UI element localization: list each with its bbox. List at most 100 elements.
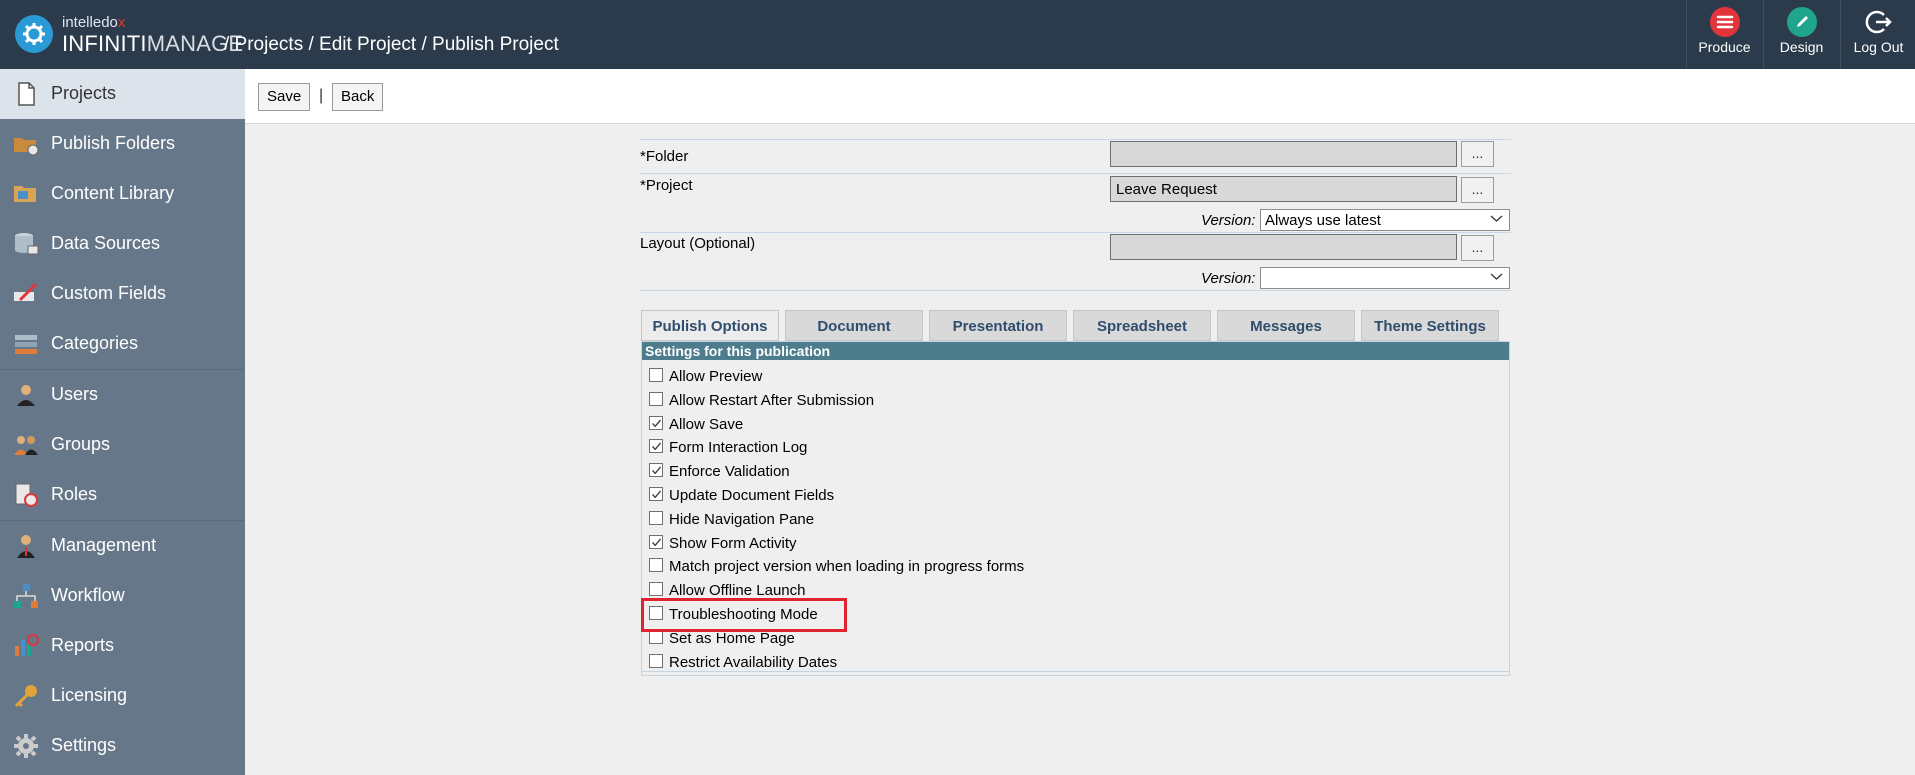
checkmark-icon	[651, 490, 662, 499]
option-label: Show Form Activity	[669, 534, 797, 552]
custom-fields-icon	[14, 282, 38, 302]
sidebar-item-users[interactable]: Users	[0, 370, 245, 420]
option-label: Form Interaction Log	[669, 439, 808, 457]
option-label: Match project version when loading in pr…	[669, 558, 1025, 576]
sidebar-item-publish-folders[interactable]: Publish Folders	[0, 119, 245, 169]
settings-header: Settings for this publication	[642, 342, 1509, 360]
produce-icon	[1709, 7, 1740, 37]
sidebar-item-content-library[interactable]: Content Library	[0, 169, 245, 219]
chevron-down-icon	[1490, 273, 1503, 280]
sidebar-item-label: Settings	[51, 735, 117, 755]
key-icon	[14, 685, 37, 708]
checkbox-enforce-validation[interactable]	[649, 463, 663, 478]
sidebar-item-settings[interactable]: Settings	[0, 721, 245, 771]
sidebar-item-label: Publish Folders	[51, 133, 176, 153]
checkbox-form-interaction-log[interactable]	[649, 439, 663, 454]
chevron-down-icon	[1490, 215, 1503, 222]
project-field[interactable]: Leave Request	[1110, 176, 1457, 202]
document-icon	[18, 82, 35, 106]
sidebar-item-groups[interactable]: Groups	[0, 420, 245, 470]
brand-product: INFINITIMANAGE	[62, 31, 244, 56]
folder-label: *Folder	[640, 148, 689, 165]
sidebar-item-label: Management	[51, 535, 157, 555]
brand-company: intelledox	[62, 14, 126, 31]
sidebar-item-data-sources[interactable]: Data Sources	[0, 219, 245, 269]
checkmark-icon	[651, 419, 662, 427]
project-browse-button[interactable]: ...	[1461, 177, 1494, 203]
tab-publish-options[interactable]: Publish Options	[641, 310, 779, 341]
form-divider	[640, 173, 1511, 174]
panel-divider	[642, 671, 1509, 672]
layout-browse-button[interactable]: ...	[1461, 235, 1494, 261]
checkmark-icon	[651, 538, 662, 546]
checkbox-match-project-version-when-loading-in-progress-forms[interactable]	[649, 558, 663, 573]
content-library-icon	[14, 186, 36, 202]
app-header: intelledox INFINITIMANAGE / Projects / E…	[0, 0, 1915, 69]
back-button[interactable]: Back	[332, 83, 384, 111]
sidebar-item-label: Reports	[51, 635, 115, 655]
sidebar-item-label: Roles	[51, 484, 98, 504]
project-label: *Project	[640, 177, 693, 194]
project-version-select[interactable]: Always use latest	[1260, 209, 1510, 231]
workflow-icon	[14, 584, 38, 608]
design-button[interactable]: Design	[1763, 0, 1839, 69]
sidebar-item-reports[interactable]: Reports	[0, 621, 245, 671]
sidebar-item-label: Licensing	[51, 685, 128, 705]
checkmark-icon	[651, 442, 662, 451]
layout-version-select[interactable]	[1260, 267, 1510, 289]
sidebar-item-custom-fields[interactable]: Custom Fields	[0, 269, 245, 319]
save-button[interactable]: Save	[258, 83, 311, 111]
sidebar-item-categories[interactable]: Categories	[0, 319, 245, 369]
logout-icon	[1864, 7, 1894, 37]
option-label: Allow Offline Launch	[669, 582, 806, 600]
design-label: Design	[1779, 39, 1824, 55]
option-label: Allow Save	[669, 415, 744, 433]
checkbox-show-form-activity[interactable]	[649, 534, 663, 549]
option-label: Restrict Availability Dates	[669, 653, 838, 671]
sidebar-item-label: Custom Fields	[51, 283, 167, 303]
logout-button[interactable]: Log Out	[1840, 0, 1915, 69]
form-divider	[640, 139, 1511, 140]
sidebar-item-projects[interactable]: Projects	[0, 69, 245, 119]
layout-version-label: Version:	[1201, 270, 1256, 287]
logout-label: Log Out	[1853, 39, 1904, 55]
checkbox-allow-preview[interactable]	[649, 368, 663, 382]
folder-browse-button[interactable]: ...	[1461, 141, 1494, 167]
form-divider	[640, 232, 1511, 233]
logo-icon	[15, 15, 53, 53]
checkbox-restrict-availability-dates[interactable]	[649, 653, 663, 668]
tab-document[interactable]: Document	[785, 310, 923, 341]
checkbox-hide-navigation-pane[interactable]	[649, 510, 663, 525]
checkbox-update-document-fields[interactable]	[649, 487, 663, 501]
sidebar-item-label: Workflow	[51, 585, 125, 605]
produce-label: Produce	[1698, 39, 1751, 55]
folder-field[interactable]	[1110, 141, 1457, 167]
sidebar-item-licensing[interactable]: Licensing	[0, 671, 245, 721]
checkbox-allow-offline-launch[interactable]	[649, 582, 663, 597]
pencil-icon	[1786, 7, 1817, 37]
tab-theme-settings[interactable]: Theme Settings	[1361, 310, 1499, 341]
sidebar-item-label: Groups	[51, 434, 111, 454]
sidebar-item-management[interactable]: Management	[0, 521, 245, 571]
option-label: Allow Preview	[669, 368, 763, 385]
gear-icon	[14, 734, 38, 758]
layout-field[interactable]	[1110, 234, 1457, 260]
highlight-box	[641, 598, 847, 632]
checkbox-allow-restart-after-submission[interactable]	[649, 391, 663, 406]
tab-messages[interactable]: Messages	[1217, 310, 1355, 341]
database-icon	[15, 233, 39, 255]
user-icon	[17, 385, 35, 406]
project-version-label: Version:	[1201, 212, 1256, 229]
sidebar-item-roles[interactable]: Roles	[0, 470, 245, 520]
produce-button[interactable]: Produce	[1686, 0, 1762, 69]
toolbar: Save | Back	[245, 69, 1915, 124]
categories-icon	[15, 335, 37, 354]
project-version-value: Always use latest	[1265, 212, 1381, 229]
sidebar-item-label: Projects	[51, 83, 117, 103]
sidebar-item-label: Users	[51, 384, 99, 404]
sidebar-item-workflow[interactable]: Workflow	[0, 571, 245, 621]
checkbox-allow-save[interactable]	[649, 415, 663, 430]
tab-spreadsheet[interactable]: Spreadsheet	[1073, 310, 1211, 341]
tab-presentation[interactable]: Presentation	[929, 310, 1067, 341]
sidebar-item-label: Categories	[51, 333, 139, 353]
